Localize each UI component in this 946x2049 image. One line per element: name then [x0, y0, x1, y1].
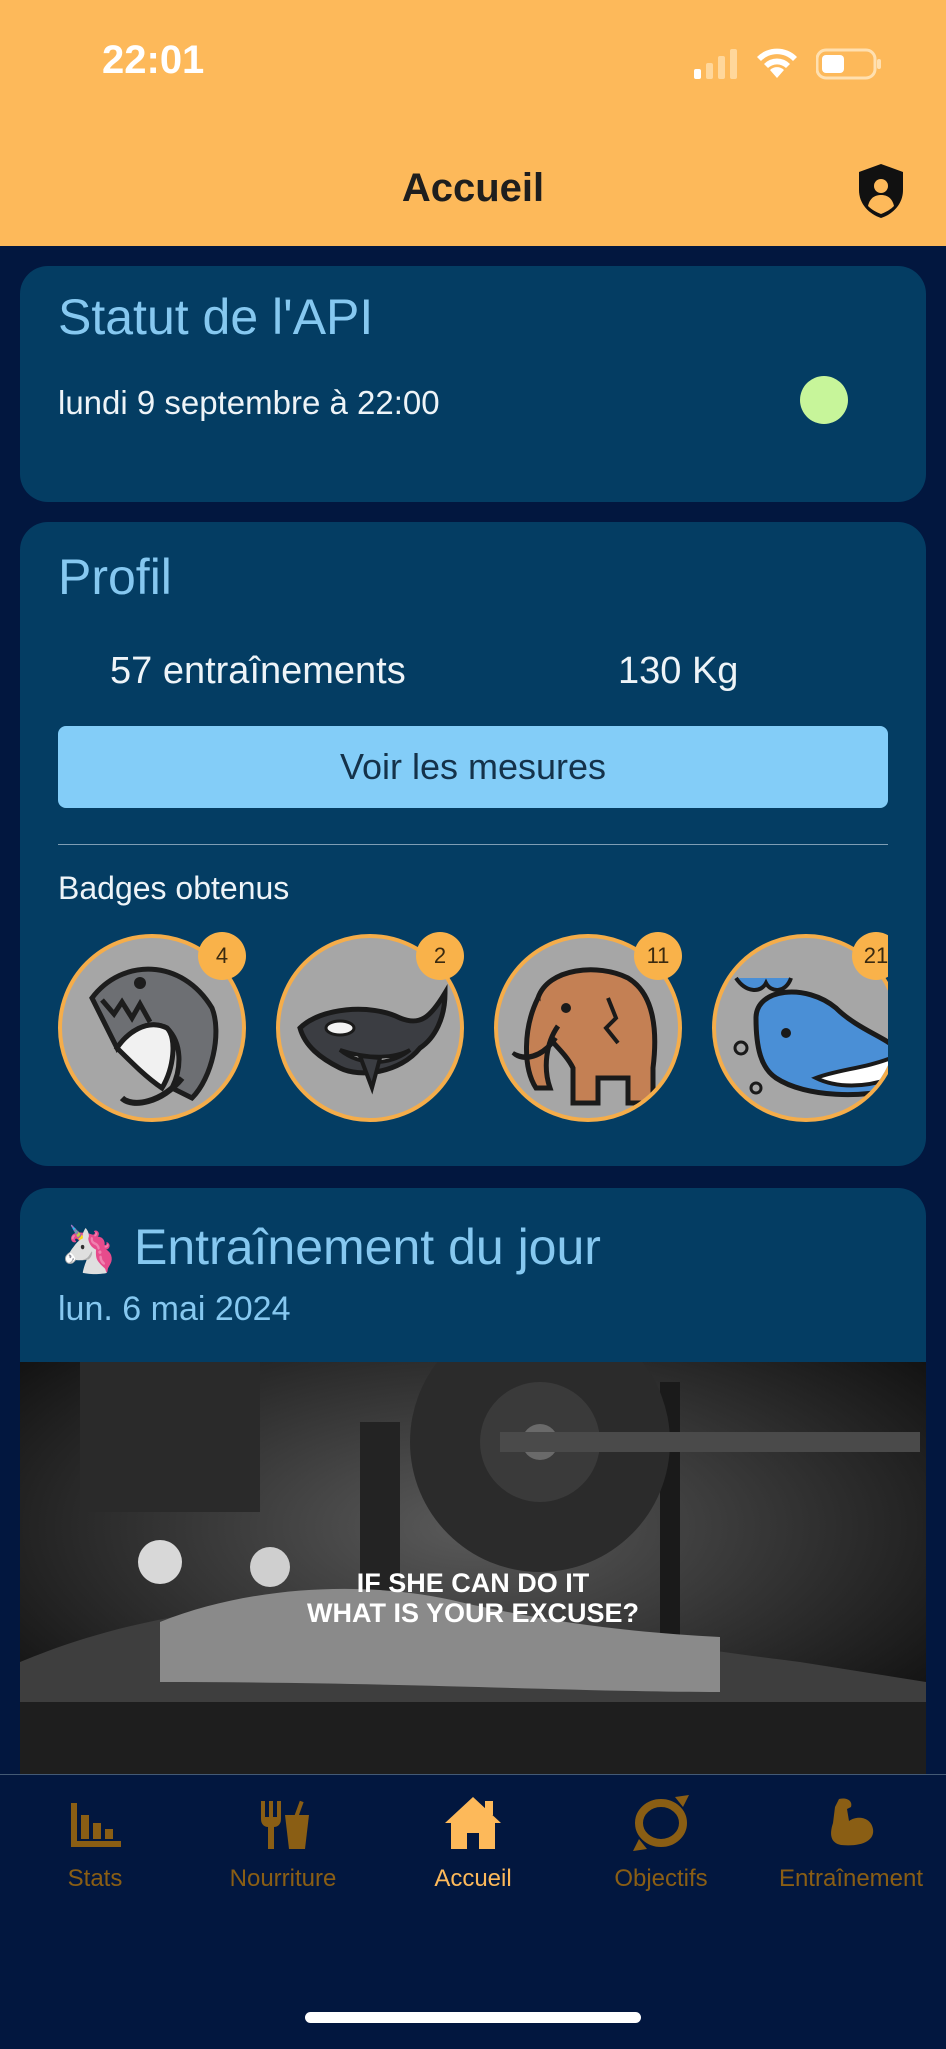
api-status-title: Statut de l'API: [58, 289, 374, 345]
api-status-indicator: [800, 376, 848, 424]
tab-goals[interactable]: Objectifs: [566, 1775, 756, 1905]
image-caption-line2: WHAT IS YOUR EXCUSE?: [306, 1598, 640, 1628]
divider: [58, 844, 888, 845]
target-ring-icon: [633, 1795, 689, 1851]
tab-label: Nourriture: [229, 1865, 337, 1892]
profile-title: Profil: [58, 549, 172, 605]
bicep-icon: [831, 1798, 874, 1846]
tab-training[interactable]: Entraînement: [756, 1775, 946, 1905]
tab-food[interactable]: Nourriture: [188, 1775, 378, 1905]
battery-icon: [816, 48, 881, 80]
workout-title: Entraînement du jour: [134, 1219, 601, 1275]
image-caption-line1: IF SHE CAN DO IT: [356, 1568, 590, 1598]
tab-label: Accueil: [434, 1865, 512, 1892]
badge-count: 4: [198, 932, 246, 980]
bar-chart-icon: [71, 1803, 121, 1847]
workout-image[interactable]: IF SHE CAN DO IT WHAT IS YOUR EXCUSE?: [20, 1362, 926, 1774]
app-header: 22:01 Accueil: [0, 0, 946, 246]
workouts-count: 57 entraînements: [110, 650, 406, 692]
view-measures-button[interactable]: Voir les mesures: [58, 726, 888, 808]
badge-count: 2: [416, 932, 464, 980]
tab-label: Entraînement: [778, 1865, 924, 1892]
home-icon: [445, 1797, 501, 1849]
home-indicator[interactable]: [305, 2012, 641, 2023]
wifi-icon: [757, 48, 797, 78]
workout-date: lun. 6 mai 2024: [58, 1290, 291, 1328]
badges-title: Badges obtenus: [58, 870, 290, 906]
fork-cup-icon: [261, 1800, 309, 1849]
page-title: Accueil: [401, 166, 545, 210]
tab-label: Objectifs: [614, 1865, 708, 1892]
status-icons: [694, 44, 882, 84]
tab-bar: Stats Nourriture Accueil Objectifs Entra…: [0, 1774, 946, 2049]
badge-count: 11: [634, 932, 682, 980]
unicorn-emoji: 🦄: [60, 1223, 118, 1275]
image-caption: IF SHE CAN DO IT WHAT IS YOUR EXCUSE?: [20, 1568, 926, 1628]
tab-stats[interactable]: Stats: [0, 1775, 190, 1905]
body-weight: 130 Kg: [618, 650, 739, 692]
badges-row[interactable]: 4 2 11 21: [58, 930, 888, 1130]
api-status-date: lundi 9 septembre à 22:00: [58, 384, 440, 421]
shield-user-icon[interactable]: [856, 162, 906, 220]
tab-home[interactable]: Accueil: [378, 1775, 568, 1905]
tab-label: Stats: [67, 1865, 123, 1892]
cellular-signal-icon: [694, 49, 737, 79]
status-time: 22:01: [102, 38, 205, 82]
